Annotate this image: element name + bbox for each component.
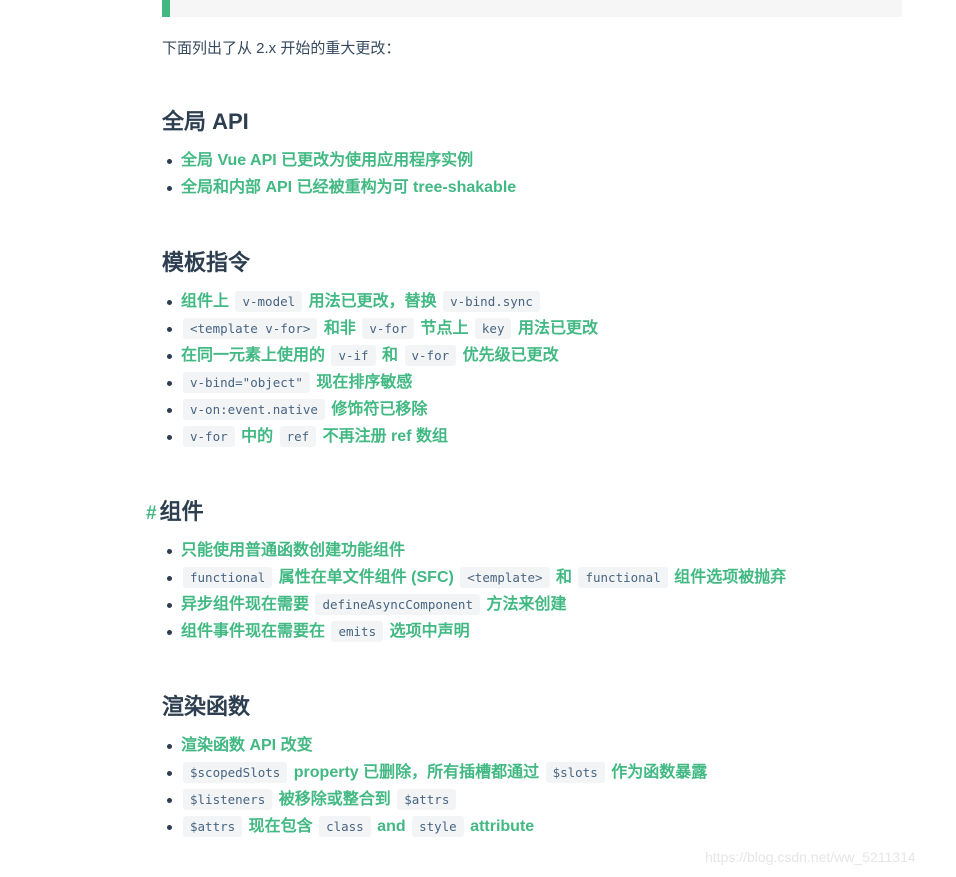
text: 组件选项被抛弃 xyxy=(674,569,787,586)
list-item: 渲染函数 API 改变 xyxy=(166,732,707,759)
list-template: 组件上 v-model 用法已更改，替换 v-bind.sync <templa… xyxy=(162,288,598,450)
code: v-bind.sync xyxy=(443,291,540,312)
text: 用法已更改，替换 xyxy=(308,293,437,310)
tip-block xyxy=(162,0,902,17)
text: 属性在单文件组件 (SFC) xyxy=(278,569,454,586)
heading-render: 渲染函数 xyxy=(162,694,251,719)
code: v-if xyxy=(331,345,376,366)
code: $scopedSlots xyxy=(183,762,288,783)
list-item: v-on:event.native 修饰符已移除 xyxy=(167,396,598,423)
list-item: $listeners 被移除或整合到 $attrs xyxy=(166,786,707,813)
code: emits xyxy=(331,621,384,642)
list-item: 组件事件现在需要在 emits 选项中声明 xyxy=(166,618,786,645)
list-item: v-for 中的 ref 不再注册 ref 数组 xyxy=(167,423,598,450)
code: $attrs xyxy=(397,789,457,810)
text: 和 xyxy=(556,569,573,586)
text: property 已删除，所有插槽都通过 xyxy=(293,764,540,781)
text: and xyxy=(377,818,406,835)
code: v-on:event.native xyxy=(183,399,325,420)
text: 作为函数暴露 xyxy=(611,764,708,781)
list-item: 只能使用普通函数创建功能组件 xyxy=(166,537,786,564)
code: v-for xyxy=(183,426,235,447)
list-item: 异步组件现在需要 defineAsyncComponent 方法来创建 xyxy=(166,591,786,618)
list-item: $attrs 现在包含 class and style attribute xyxy=(166,813,707,840)
text: 和 xyxy=(382,347,399,364)
text: 和非 xyxy=(323,320,356,337)
list-render: 渲染函数 API 改变 $scopedSlots property 已删除，所有… xyxy=(162,732,707,840)
heading-template: 模板指令 xyxy=(162,250,251,275)
text: 选项中声明 xyxy=(389,623,470,640)
heading-text: 组件 xyxy=(159,499,204,524)
code: <template> xyxy=(460,567,550,588)
text: 方法来创建 xyxy=(486,596,567,613)
text: 在同一元素上使用的 xyxy=(181,347,326,364)
code: $listeners xyxy=(183,789,273,810)
code: v-model xyxy=(235,291,303,312)
text: 中的 xyxy=(241,428,274,445)
text: 渲染函数 API 改变 xyxy=(181,737,313,754)
list-item: v-bind="object" 现在排序敏感 xyxy=(167,369,598,396)
text: 异步组件现在需要 xyxy=(181,596,310,613)
code: functional xyxy=(183,567,273,588)
text: 不再注册 ref 数组 xyxy=(322,428,448,445)
code: <template v-for> xyxy=(183,318,318,339)
text: 组件上 xyxy=(181,293,230,310)
anchor-link[interactable]: # xyxy=(146,503,157,524)
code: style xyxy=(412,816,464,837)
list-item: functional 属性在单文件组件 (SFC) <template> 和 f… xyxy=(166,564,787,591)
code: ref xyxy=(279,426,317,447)
code: $slots xyxy=(545,762,605,783)
code: v-bind="object" xyxy=(183,372,310,393)
text: 优先级已更改 xyxy=(462,347,559,364)
list-item: 在同一元素上使用的 v-if 和 v-for 优先级已更改 xyxy=(167,342,598,369)
list-components: 只能使用普通函数创建功能组件 functional 属性在单文件组件 (SFC)… xyxy=(162,537,786,645)
list-item: 全局 Vue API 已更改为使用应用程序实例 xyxy=(166,147,516,174)
text: 修饰符已移除 xyxy=(331,401,428,418)
text: attribute xyxy=(470,818,535,835)
list-global-api: 全局 Vue API 已更改为使用应用程序实例 全局和内部 API 已经被重构为… xyxy=(162,147,516,201)
list-item: <template v-for> 和非 v-for 节点上 key 用法已更改 xyxy=(167,315,598,342)
heading-components: # 组件 xyxy=(146,494,204,526)
code: key xyxy=(474,318,512,339)
text: 现在包含 xyxy=(248,818,313,835)
text: 组件事件现在需要在 xyxy=(181,623,326,640)
text: 只能使用普通函数创建功能组件 xyxy=(181,542,406,559)
heading-global-api: 全局 API xyxy=(162,109,249,134)
text: 节点上 xyxy=(420,320,469,337)
watermark: https://blog.csdn.net/ww_5211314 xyxy=(705,849,916,865)
text: 被移除或整合到 xyxy=(278,791,391,808)
code: v-for xyxy=(404,345,457,366)
list-item: $scopedSlots property 已删除，所有插槽都通过 $slots… xyxy=(166,759,708,786)
list-item: 全局和内部 API 已经被重构为可 tree-shakable xyxy=(166,174,516,201)
code: functional xyxy=(578,567,668,588)
code: defineAsyncComponent xyxy=(315,594,480,615)
list-item: 组件上 v-model 用法已更改，替换 v-bind.sync xyxy=(167,288,598,315)
code: class xyxy=(319,816,371,837)
intro-text: 下面列出了从 2.x 开始的重大更改： xyxy=(162,40,401,57)
code: v-for xyxy=(362,318,414,339)
text: 现在排序敏感 xyxy=(316,374,413,391)
text: 用法已更改 xyxy=(517,320,598,337)
code: $attrs xyxy=(183,816,243,837)
